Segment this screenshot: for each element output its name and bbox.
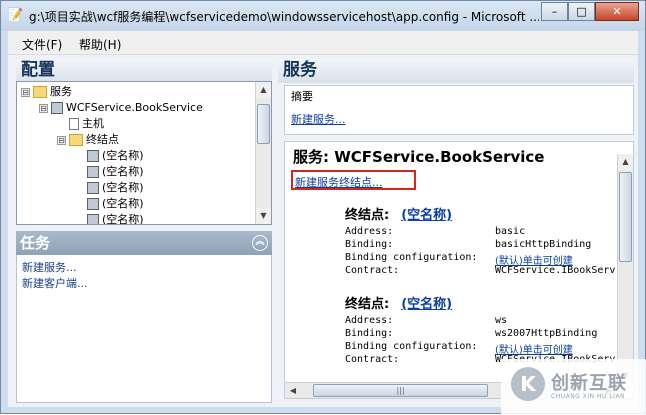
client-area: 配置 ⊟ 服务 ⊟ WCFService.BookService 主机 ⊟ 终结点 (空名称)…	[8, 55, 638, 407]
tree-item-label: WCFService.BookService	[66, 101, 203, 114]
property-key: Binding:	[345, 328, 394, 339]
tree-item-label: (空名称)	[102, 197, 144, 210]
service-icon	[51, 102, 63, 114]
tree-item-label: 服务	[50, 85, 72, 98]
tree-vertical-scrollbar[interactable]: ▲ ▼	[255, 82, 271, 224]
menu-file[interactable]: 文件(F)	[22, 36, 62, 53]
folder-icon	[33, 86, 47, 98]
tree-scroll-thumb[interactable]	[257, 104, 270, 144]
scroll-up-arrow-icon[interactable]: ▲	[618, 154, 633, 170]
endpoint-property-row: Address: basic	[345, 226, 525, 237]
watermark-subtext: CHUANG XIN HU LIAN	[551, 393, 626, 400]
new-service-link[interactable]: 新建服务...	[291, 111, 346, 127]
close-button[interactable]: ✕	[595, 2, 639, 21]
watermark: K 创新互联 CHUANG XIN HU LIAN	[501, 359, 646, 415]
config-panel-title: 配置	[16, 59, 272, 83]
tree-item[interactable]: (空名称)	[75, 164, 144, 180]
tree-item[interactable]: (空名称)	[75, 212, 144, 225]
tree-item[interactable]: 主机	[57, 116, 104, 132]
endpoint-property-row: Contract:WCFService.IBookServ	[345, 354, 615, 365]
endpoint-label: 终结点:	[345, 297, 390, 312]
folder-icon	[69, 134, 83, 146]
property-key: Binding configuration:	[345, 252, 478, 263]
summary-box: 摘要 新建服务...	[284, 85, 634, 135]
endpoint-label: 终结点:	[345, 208, 390, 223]
endpoint-property-row: Binding configuration: (默认)单击可创建	[345, 252, 573, 267]
detail-vertical-scrollbar[interactable]: ▲ ▼	[617, 154, 633, 384]
tasks-panel: 新建服务... 新建客户端...	[16, 255, 272, 403]
detail-scroll-thumb[interactable]	[619, 172, 632, 262]
tree-item-label: (空名称)	[102, 181, 144, 194]
app-icon: 📝	[7, 8, 24, 23]
endpoint-header: 终结点: (空名称)	[345, 293, 452, 312]
tree-item[interactable]: (空名称)	[75, 196, 144, 212]
maximize-button[interactable]: □	[568, 2, 595, 21]
scroll-down-arrow-icon[interactable]: ▼	[256, 208, 271, 224]
new-service-task-link[interactable]: 新建服务...	[22, 259, 77, 275]
tree-item[interactable]: ⊟ 服务	[21, 84, 72, 100]
endpoint-property-row: Binding configuration: (默认)单击可创建	[345, 341, 573, 356]
scroll-up-arrow-icon[interactable]: ▲	[256, 82, 271, 98]
tree-item[interactable]: (空名称)	[75, 180, 144, 196]
tasks-panel-header[interactable]: 任务 ︽	[16, 231, 272, 255]
detail-hscroll-thumb[interactable]: |||	[313, 384, 488, 397]
service-title: 服务: WCFService.BookService	[293, 148, 545, 166]
tree-item-label: 终结点	[86, 133, 119, 146]
tree-item[interactable]: ⊟ WCFService.BookService	[39, 100, 203, 116]
tree-item[interactable]: ⊟ 终结点	[57, 132, 119, 148]
property-key: Contract:	[345, 354, 400, 365]
collapse-chevron-icon[interactable]: ︽	[252, 235, 268, 251]
summary-label: 摘要	[291, 90, 313, 103]
tasks-panel-title: 任务	[20, 234, 51, 252]
endpoint-property-row: Address: ws	[345, 315, 507, 326]
new-client-task-link[interactable]: 新建客户端...	[22, 275, 88, 291]
endpoint-icon	[87, 182, 99, 194]
property-value: WCFService.IBookServ	[495, 265, 616, 276]
endpoint-name-link[interactable]: (空名称)	[401, 297, 452, 312]
services-panel-title: 服务	[278, 59, 634, 83]
property-value: basic	[495, 226, 526, 237]
tree-item[interactable]: (空名称)	[75, 148, 144, 164]
endpoint-icon	[87, 214, 99, 224]
endpoint-icon	[87, 198, 99, 210]
endpoint-icon	[87, 166, 99, 178]
tree-item-label: (空名称)	[102, 213, 144, 225]
collapse-toggle-icon[interactable]: ⊟	[57, 135, 66, 145]
collapse-toggle-icon[interactable]: ⊟	[21, 87, 30, 97]
property-value: ws2007HttpBinding	[495, 328, 598, 339]
tree-item-label: (空名称)	[102, 165, 144, 178]
window-title: g:\项目实战\wcf服务编程\wcfservicedemo\windowsse…	[29, 10, 539, 24]
property-value: basicHttpBinding	[495, 239, 592, 250]
endpoint-icon	[87, 150, 99, 162]
collapse-toggle-icon[interactable]: ⊟	[39, 103, 48, 113]
property-key: Contract:	[345, 265, 400, 276]
endpoint-header: 终结点: (空名称)	[345, 204, 452, 223]
scroll-left-arrow-icon[interactable]: ◀	[285, 383, 301, 398]
menu-bar: 文件(F) 帮助(H)	[8, 31, 638, 55]
endpoint-property-row: Binding: ws2007HttpBinding	[345, 328, 597, 339]
title-bar[interactable]: 📝 g:\项目实战\wcf服务编程\wcfservicedemo\windows…	[1, 1, 645, 31]
endpoint-property-row: Binding: basicHttpBinding	[345, 239, 591, 250]
brand-logo-icon: K	[511, 367, 545, 401]
minimize-button[interactable]: –	[541, 2, 568, 21]
property-key: Binding:	[345, 239, 394, 250]
app-window: 📝 g:\项目实战\wcf服务编程\wcfservicedemo\windows…	[0, 0, 646, 415]
endpoint-name-link[interactable]: (空名称)	[401, 208, 452, 223]
watermark-text: 创新互联	[551, 373, 627, 394]
tree-item-label: 主机	[82, 117, 104, 130]
property-key: Address:	[345, 226, 394, 237]
menu-help[interactable]: 帮助(H)	[79, 36, 121, 53]
tree-item-label: (空名称)	[102, 149, 144, 162]
config-tree[interactable]: ⊟ 服务 ⊟ WCFService.BookService 主机 ⊟ 终结点 (空名称) (空名…	[16, 81, 272, 225]
property-key: Address:	[345, 315, 394, 326]
new-service-endpoint-link[interactable]: 新建服务终结点...	[291, 170, 416, 190]
endpoint-property-row: Contract: WCFService.IBookServ	[345, 265, 615, 276]
window-controls: – □ ✕	[541, 2, 639, 21]
property-key: Binding configuration:	[345, 341, 478, 352]
document-icon	[69, 118, 79, 130]
property-value: ws	[495, 315, 508, 326]
